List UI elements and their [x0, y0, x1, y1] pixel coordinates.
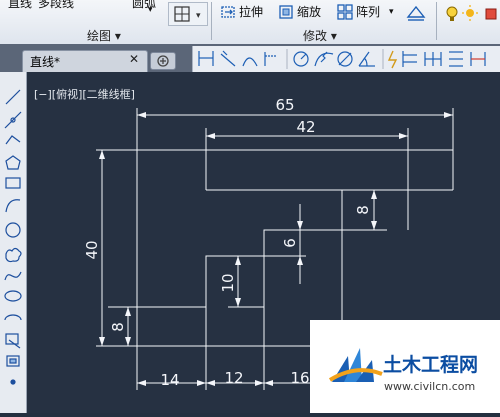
dimension-text-6: 6 [281, 238, 299, 248]
watermark-brand: 土木工程网 [383, 354, 479, 376]
dimension-text-42: 42 [296, 118, 315, 136]
dimension-text-12: 12 [224, 369, 243, 387]
dimension-text-40: 40 [83, 240, 101, 259]
dimension-text-10: 10 [219, 273, 237, 292]
dimension-text-8-right: 8 [354, 205, 372, 215]
dimension-text-16: 16 [290, 369, 309, 387]
dimension-text-14: 14 [160, 371, 179, 389]
dimension-text-8-left: 8 [109, 322, 127, 332]
watermark-url: www.civilcn.com [384, 380, 476, 393]
dimension-text-65: 65 [275, 96, 294, 114]
civilcn-logo-icon [328, 348, 383, 382]
